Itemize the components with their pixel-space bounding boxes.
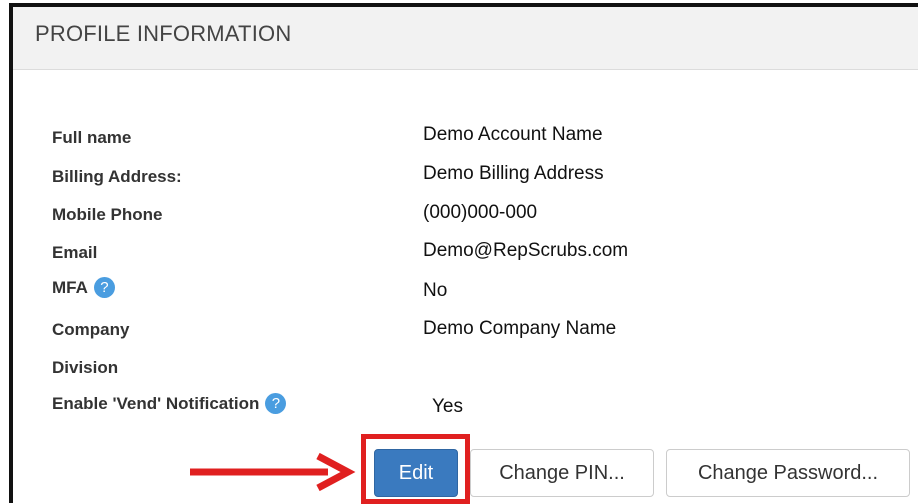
value-billing-address: Demo Billing Address — [423, 163, 604, 184]
label-billing-address: Billing Address: — [52, 167, 182, 187]
mfa-help-icon[interactable]: ? — [93, 277, 115, 298]
label-text: Email — [52, 243, 98, 262]
label-vend-notification: Enable 'Vend' Notification ? — [52, 393, 287, 414]
value-mfa: No — [423, 280, 448, 301]
label-company: Company — [52, 320, 129, 340]
vend-help-icon[interactable]: ? — [265, 393, 287, 414]
label-text: Mobile Phone — [52, 205, 163, 224]
label-text: Full name — [52, 128, 132, 147]
edit-button[interactable]: Edit — [374, 449, 458, 497]
change-password-button[interactable]: Change Password... — [666, 449, 910, 497]
panel-title: PROFILE INFORMATION — [35, 21, 292, 46]
label-text: Billing Address: — [52, 167, 182, 186]
panel-header: PROFILE INFORMATION — [13, 7, 918, 70]
label-text: Company — [52, 320, 130, 339]
value-full-name: Demo Account Name — [423, 124, 603, 145]
label-mobile-phone: Mobile Phone — [52, 205, 163, 225]
label-email: Email — [52, 243, 97, 263]
label-text: Enable 'Vend' Notification — [52, 393, 260, 413]
value-email: Demo@RepScrubs.com — [423, 240, 629, 261]
label-full-name: Full name — [52, 128, 131, 148]
value-company: Demo Company Name — [423, 318, 617, 339]
change-pin-button[interactable]: Change PIN... — [470, 449, 654, 497]
label-mfa: MFA ? — [52, 277, 115, 298]
arrow-right-icon — [190, 452, 356, 492]
label-text: Division — [52, 358, 119, 377]
label-text: MFA — [52, 277, 88, 297]
label-division: Division — [52, 358, 118, 378]
value-vend-notification: Yes — [432, 396, 463, 417]
value-mobile-phone: (000)000-000 — [423, 202, 538, 223]
